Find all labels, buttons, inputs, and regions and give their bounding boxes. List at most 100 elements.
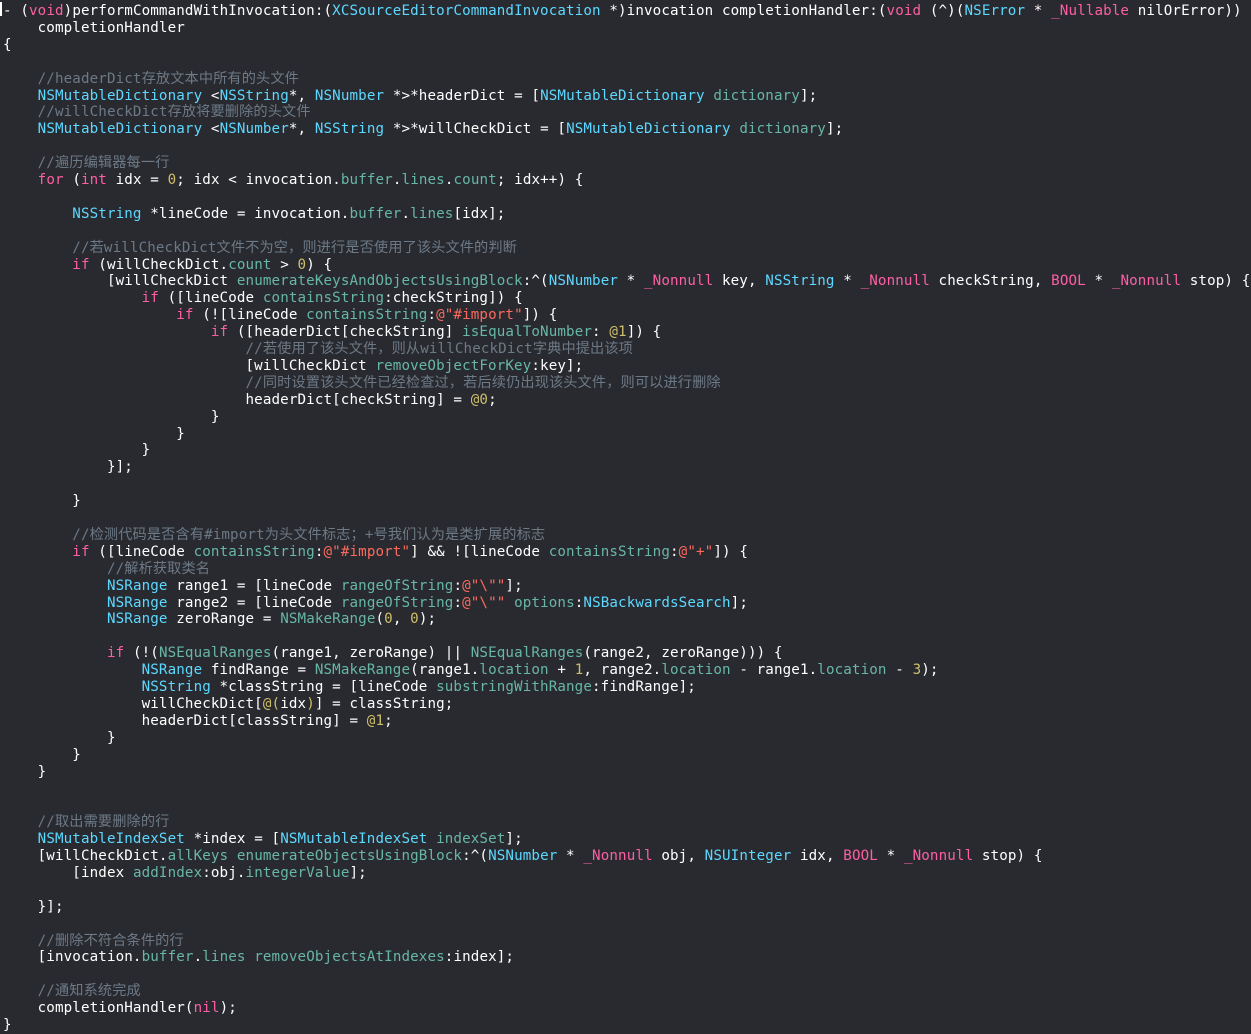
- code-token: @"\"": [462, 577, 506, 594]
- code-token: *: [1085, 273, 1112, 290]
- code-line[interactable]: //检测代码是否含有#import为头文件标志；+号我们认为是类扩展的标志: [3, 526, 545, 544]
- code-token: stop) {: [973, 848, 1043, 864]
- code-line[interactable]: if ([headerDict[checkString] isEqualToNu…: [3, 323, 661, 341]
- code-line[interactable]: }: [3, 492, 81, 510]
- code-token: removeObjectForKey: [375, 357, 532, 374]
- code-line[interactable]: [index addIndex:obj.integerValue];: [3, 864, 367, 882]
- code-token: dictionary: [739, 121, 826, 138]
- code-token: *: [1025, 3, 1052, 19]
- code-line[interactable]: //解析获取类名: [3, 560, 210, 578]
- code-line[interactable]: completionHandler: [3, 19, 185, 37]
- code-line[interactable]: for (int idx = 0; idx < invocation.buffe…: [3, 171, 584, 189]
- code-line[interactable]: if (!(NSEqualRanges(range1, zeroRange) |…: [3, 644, 783, 662]
- code-token: removeObjectsAtIndexes: [254, 949, 445, 966]
- code-token: NSString: [72, 205, 142, 222]
- code-token: )performCommandWithInvocation:(: [63, 3, 333, 19]
- code-line[interactable]: if ([lineCode containsString:checkString…: [3, 289, 523, 307]
- code-token: ];: [349, 864, 367, 881]
- code-token: ([lineCode: [89, 543, 194, 560]
- code-token: .: [392, 172, 402, 188]
- code-line[interactable]: }: [3, 441, 151, 459]
- code-token: [willCheckDict.: [3, 848, 168, 864]
- code-line[interactable]: NSMutableIndexSet *index = [NSMutableInd…: [3, 830, 523, 848]
- code-token: }];: [3, 898, 64, 915]
- code-token: :^(: [462, 848, 489, 864]
- code-line[interactable]: }: [3, 1016, 12, 1034]
- code-token: ;: [488, 391, 497, 408]
- code-line[interactable]: NSString *lineCode = invocation.buffer.l…: [3, 205, 505, 223]
- code-line[interactable]: }: [3, 408, 220, 426]
- code-line[interactable]: //willCheckDict存放将要删除的头文件: [3, 103, 311, 121]
- code-line[interactable]: [willCheckDict removeObjectForKey:key];: [3, 357, 584, 375]
- code-token: _Nonnull: [860, 273, 930, 290]
- code-line[interactable]: NSString *classString = [lineCode substr…: [3, 678, 696, 696]
- code-line[interactable]: NSMutableDictionary <NSNumber*, NSString…: [3, 120, 843, 138]
- code-line[interactable]: headerDict[checkString] = @0;: [3, 391, 497, 409]
- code-token: ] && ![lineCode: [410, 543, 549, 560]
- code-line[interactable]: if (![lineCode containsString:@"#import"…: [3, 306, 557, 324]
- code-token: NSString: [141, 679, 211, 695]
- code-line[interactable]: headerDict[classString] = @1;: [3, 712, 393, 730]
- code-line[interactable]: //删除不符合条件的行: [3, 932, 184, 950]
- code-line[interactable]: }: [3, 425, 185, 443]
- code-line[interactable]: //同时设置该头文件已经检查过，若后续仍出现该头文件，则可以进行删除: [3, 374, 721, 392]
- code-token: }: [3, 1017, 12, 1033]
- code-line[interactable]: //取出需要删除的行: [3, 813, 170, 831]
- code-line[interactable]: }: [3, 746, 81, 764]
- code-token: .: [444, 172, 454, 188]
- code-token: ([headerDict[checkString]: [228, 324, 463, 341]
- code-token: BOOL: [1051, 273, 1086, 290]
- code-line[interactable]: NSMutableDictionary <NSString*, NSNumber…: [3, 87, 818, 105]
- code-token: integerValue: [245, 864, 350, 881]
- code-line[interactable]: NSRange zeroRange = NSMakeRange(0, 0);: [3, 610, 436, 628]
- code-line[interactable]: completionHandler(nil);: [3, 999, 237, 1017]
- code-line[interactable]: [invocation.buffer.lines removeObjectsAt…: [3, 948, 514, 966]
- code-token: :index];: [444, 949, 515, 966]
- code-token: [index: [3, 864, 133, 881]
- code-line[interactable]: [willCheckDict.allKeys enumerateObjectsU…: [3, 847, 1043, 865]
- code-token: ;: [384, 712, 393, 729]
- code-line[interactable]: //headerDict存放文本中所有的头文件: [3, 70, 299, 88]
- code-token: headerDict[checkString] =: [3, 391, 471, 408]
- code-line[interactable]: if (willCheckDict.count > 0) {: [3, 256, 332, 274]
- code-token: ];: [799, 87, 818, 104]
- code-token: ): [306, 695, 315, 712]
- code-token: [willCheckDict: [3, 357, 376, 374]
- code-line[interactable]: }];: [3, 898, 64, 916]
- code-line[interactable]: willCheckDict[@(idx)] = classString;: [3, 695, 454, 713]
- code-token: zeroRange =: [167, 611, 281, 628]
- code-editor[interactable]: - (void)performCommandWithInvocation:(XC…: [0, 0, 1251, 1033]
- code-token: //若使用了该头文件，则从willCheckDict字典中提出该项: [3, 341, 633, 357]
- code-token: _Nullable: [1051, 3, 1130, 19]
- code-line[interactable]: NSRange range2 = [lineCode rangeOfString…: [3, 594, 748, 612]
- code-line[interactable]: [willCheckDict enumerateKeysAndObjectsUs…: [3, 272, 1250, 290]
- code-token: BOOL: [843, 848, 878, 864]
- code-token: NSMakeRange: [280, 611, 376, 628]
- code-token: headerDict[classString] =: [3, 712, 367, 729]
- code-line[interactable]: - (void)performCommandWithInvocation:(XC…: [3, 2, 1242, 20]
- code-line[interactable]: if ([lineCode containsString:@"#import"]…: [3, 543, 748, 561]
- code-token: (range2, zeroRange))) {: [583, 645, 783, 662]
- code-line[interactable]: }: [3, 763, 47, 781]
- code-token: _Nonnull: [644, 273, 714, 290]
- code-token: :: [453, 577, 463, 594]
- code-line[interactable]: //若使用了该头文件，则从willCheckDict字典中提出该项: [3, 340, 633, 358]
- code-token: ];: [505, 831, 523, 848]
- code-token: completionHandler: [3, 19, 185, 36]
- code-line[interactable]: }];: [3, 458, 133, 476]
- code-token: buffer: [141, 949, 194, 966]
- code-line[interactable]: {: [3, 36, 12, 54]
- code-token: if: [106, 645, 125, 662]
- code-token: //若willCheckDict文件不为空，则进行是否使用了该头文件的判断: [3, 239, 517, 256]
- text-cursor: [0, 2, 2, 16]
- code-token: NSMutableDictionary: [37, 87, 203, 104]
- code-line[interactable]: }: [3, 729, 116, 747]
- code-line[interactable]: //若willCheckDict文件不为空，则进行是否使用了该头文件的判断: [3, 239, 517, 257]
- code-line[interactable]: //通知系统完成: [3, 982, 141, 1000]
- code-line[interactable]: //遍历编辑器每一行: [3, 154, 170, 172]
- code-line[interactable]: NSRange findRange = NSMakeRange(range1.l…: [3, 661, 939, 679]
- code-line[interactable]: NSRange range1 = [lineCode rangeOfString…: [3, 577, 523, 595]
